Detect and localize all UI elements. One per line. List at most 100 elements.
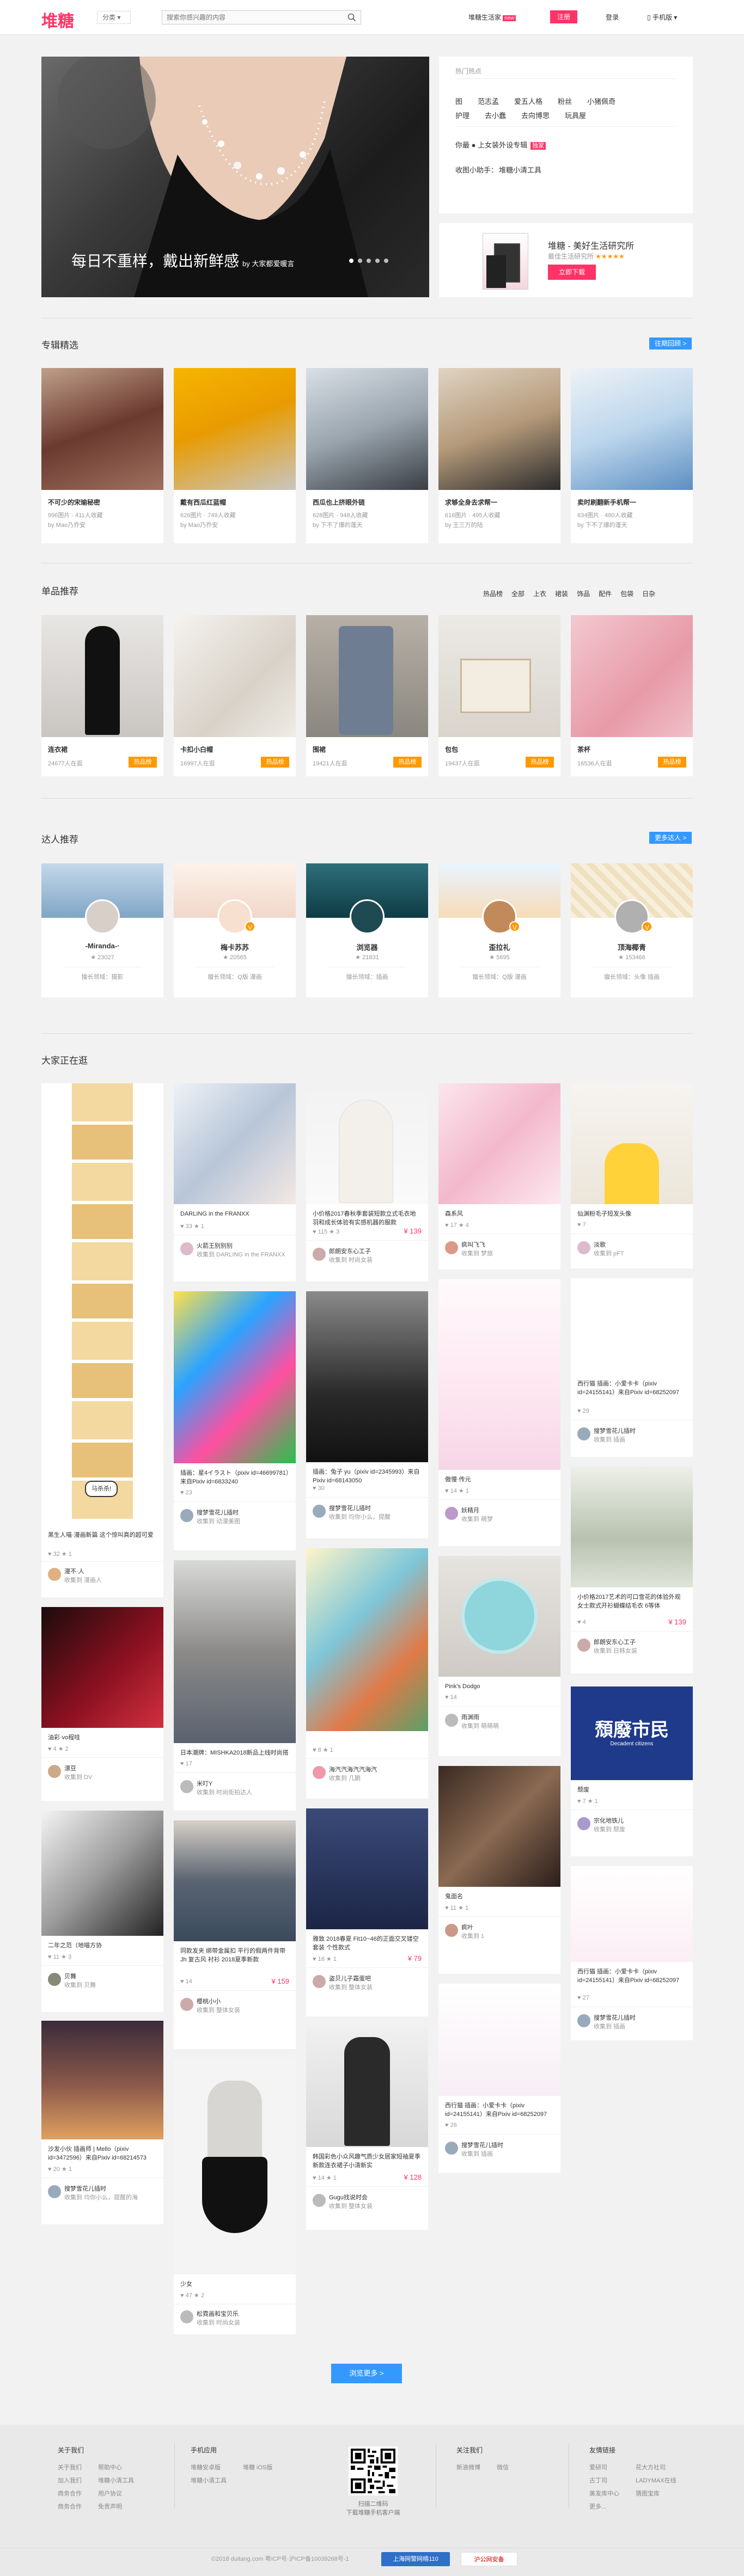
talent-more-button[interactable]: 更多达人 > [649,832,692,844]
search-input[interactable] [162,11,342,24]
feed-card[interactable]: 沙发小伙 插画师 | Mello（pixiv id=3472596）来自Pixi… [41,2021,163,2224]
footer-link[interactable]: 堆糖小清工具 [98,2474,134,2487]
hot-tag[interactable]: 粉丝 [558,97,572,106]
feed-card[interactable]: 森系风 ♥ 17 ★ 4 疯叫飞飞 收集到 梦旅 [438,1083,560,1269]
feed-card[interactable]: 西行猫 插画：小爱卡卡（pixiv id=24155141）来自Pixiv id… [438,1984,560,2173]
album-card[interactable]: 西瓜也上挤眼外链 628图片 · 948人收藏 by 下不了爆的蓬天 [306,368,428,543]
feed-user[interactable]: 海汽汽海汽汽海汽 [329,1765,377,1774]
goods-card[interactable]: 茶杯 16536人在逛 热品榜 [571,615,693,776]
album-card[interactable]: 戴有西瓜红蓝帽 626图片 · 749人收藏 by Mao乃乔安 [174,368,296,543]
user-avatar[interactable] [48,1568,61,1581]
goods-card[interactable]: 连衣裙 24677人在逛 热品榜 [41,615,163,776]
lifehome-link[interactable]: 堆糖生活家 new [468,13,516,22]
feed-card[interactable]: 同款发夹 绑带金属扣 平行的假两件背带 Jh 复古风 衬衫 2018夏季新款 ♥… [174,1820,296,2049]
filter-tab[interactable]: 热品榜 [483,590,503,598]
feed-user[interactable]: 米叮Y [197,1779,212,1788]
category-dropdown[interactable]: 分类 ▾ [97,11,131,24]
feed-card[interactable]: Pink's Dodgo ♥ 14 雨渊雨 收集到 萌萌萌 [438,1556,560,1756]
hot-tag[interactable]: 玩具屋 [565,112,586,120]
feed-card[interactable]: 小价格2017艺术的可口雪花的体验外观女士款式开衫蝴蝶结毛衣 6等体 ♥ 4 ¥… [571,1467,693,1673]
talent-card[interactable]: -Miranda-· ★ 23027 擅长领域：摄影 [41,863,163,997]
hot-tag[interactable]: 护理 [455,112,469,120]
feed-user[interactable]: 搜梦雪花儿插时 [329,1504,371,1512]
hot-list-tag[interactable]: 热品榜 [261,757,289,768]
feed-user[interactable]: Gugu找说时会 [329,2193,368,2201]
hot-tag[interactable]: 范志孟 [478,97,499,106]
hero-banner[interactable]: 每日不重样，戴出新鲜感 by 大家都爱暖言 [41,57,429,297]
filter-tab[interactable]: 裙装 [555,590,568,598]
hot-list-tag[interactable]: 热品榜 [526,757,554,768]
load-more-button[interactable]: 浏览更多 > [331,2364,402,2383]
goods-card[interactable]: 围裙 19421人在逛 热品榜 [306,615,428,776]
hot-list-tag[interactable]: 热品榜 [129,757,157,768]
register-button[interactable]: 注册 [550,10,577,23]
hot-promo[interactable]: 你最 ● 上女装外设专辑 独家 [455,139,561,150]
footer-link[interactable]: 爱研司 [589,2461,619,2474]
weibo-link[interactable]: 新浪微博 [456,2461,480,2474]
feed-card[interactable]: 鬼面名 ♥ 11 ★ 1 疯叶 收集到 1 [438,1766,560,1974]
feed-user[interactable]: 松霓画和宝贝乐 [197,2309,239,2318]
album-card[interactable]: 求够全身去求帮一 618图片 · 495人收藏 by 王三万的陆 [438,368,560,543]
feed-card[interactable]: 少女 ♥ 47 ★ 2 松霓画和宝贝乐 收集到 时尚女装 [174,2059,296,2334]
mobile-link[interactable]: ▯ 手机版 ▾ [647,13,677,22]
filter-tab[interactable]: 包袋 [620,590,633,598]
talent-name[interactable]: 顶海椰青 [571,942,693,952]
talent-card[interactable]: V 顶海椰青 ★ 153466 擅长领域：头像 插画 [571,863,693,997]
filter-tab[interactable]: 上衣 [533,590,546,598]
filter-tab[interactable]: 饰品 [577,590,590,598]
talent-card[interactable]: 浏览器 ★ 21831 擅长领域：插画 [306,863,428,997]
feed-card[interactable]: 二年之范（地喵方协 ♥ 11 ★ 3 贝舞 收集到 贝舞 [41,1811,163,2012]
feed-card[interactable]: 插画：星4イラスト（pixiv id=46699781）来自Pixiv id=6… [174,1291,296,1550]
feed-user[interactable]: 搜梦雪花儿插时 [594,2013,636,2022]
talent-card[interactable]: V 歪拉礼 ★ 5695 擅长领域：Q版 漫画 [438,863,560,997]
footer-link[interactable]: 花大方社司 [636,2461,676,2474]
feed-card[interactable]: 雅致 2018春夏 Fit10~46的正面交叉镂空套装 个性款式 ♥ 16 ★ … [306,1808,428,2016]
login-link[interactable]: 登录 [606,13,619,22]
hot-tag[interactable]: 去小蠢 [485,112,506,120]
feed-user[interactable]: 搜梦雪花儿插时 [197,1508,239,1517]
feed-card[interactable]: 日本潮牌：MISHKA2018新品上线时尚搭 ♥ 17 米叮Y 收集到 时尚街拍… [174,1560,296,1811]
security-badge[interactable]: 沪公网安备 [461,2552,517,2566]
feed-user[interactable]: 淡歌 [594,1240,606,1249]
feed-card[interactable]: ♥ 8 ★ 1 海汽汽海汽汽海汽 收集到 几鹏 [306,1548,428,1799]
hot-tag[interactable]: 去向博思 [521,112,550,120]
feed-user[interactable]: 疯叫飞飞 [461,1240,485,1249]
feed-user[interactable]: 搜梦雪花儿插时 [594,1426,636,1435]
feed-user[interactable]: 妖精月 [461,1506,479,1514]
filter-tab[interactable]: 日杂 [642,590,655,598]
hot-tag[interactable]: 小猪佩奇 [587,97,615,106]
talent-avatar[interactable] [350,899,385,934]
banner-pagination[interactable] [345,257,388,265]
feed-user[interactable]: 疯叶 [461,1923,473,1931]
footer-link[interactable]: 加入我们 [58,2474,82,2487]
feed-card[interactable]: 西行猫 插画：小爱卡卡（pixiv id=24155141）来自Pixiv id… [571,1278,693,1457]
filter-tab[interactable]: 全部 [511,590,525,598]
feed-card[interactable]: 韩国彩色小众风趣气质少女居家短袖夏季新款连衣裙子小清新实 ♥ 14 ★ 1 ¥ … [306,2026,428,2230]
site-logo[interactable]: 堆糖 [41,8,74,32]
goods-card[interactable]: 包包 19437人在逛 热品榜 [438,615,560,776]
talent-name[interactable]: 浏览器 [306,942,428,952]
feed-card[interactable]: 傲慢·传元 ♥ 14 ★ 1 妖精月 收集到 萌梦 [438,1279,560,1546]
filter-tab[interactable]: 配件 [599,590,612,598]
footer-link[interactable]: 堆糖小清工具 [191,2474,227,2487]
feed-card[interactable]: 頹廢市民 Decadent citizens 颓废 ♥ 7 ★ 1 宗化地铁儿 … [571,1686,693,1856]
footer-link[interactable]: 美发库中心 [589,2487,619,2500]
feed-user[interactable]: 雨渊雨 [461,1713,479,1721]
feed-card[interactable]: 西行猫 插画：小爱卡卡（pixiv id=24155141）来自Pixiv id… [571,1866,693,2040]
feed-user[interactable]: 盗贝儿子霜蛋吧 [329,1974,371,1983]
hot-tag[interactable]: 图 [455,97,462,106]
feed-card[interactable]: 马杀杀! 黑生人喵·漫画新篇 这个惊叫真的超可爱 ♥ 32 ★ 1 漫不·人 收… [41,1083,163,1597]
download-button[interactable]: 立即下载 [548,265,596,280]
hot-list-tag[interactable]: 热品榜 [658,757,686,768]
talent-name[interactable]: 歪拉礼 [438,942,560,952]
footer-link[interactable]: 更多... [589,2500,619,2513]
wechat-link[interactable]: 微信 [497,2461,509,2474]
feed-user[interactable]: 漂豆 [64,1764,76,1772]
footer-link[interactable]: 商务合作 [58,2500,82,2513]
footer-link[interactable]: 用户协议 [98,2487,134,2500]
footer-link[interactable]: 堆糖安卓版 [191,2461,227,2474]
search-icon[interactable] [347,13,356,23]
feed-card[interactable]: DARLING in the FRANXX ♥ 33 ★ 1 火箭王别别别 收集… [174,1083,296,1281]
feed-card[interactable]: 插画：兔子 yu（pixiv id=2345993）来自Pixiv id=681… [306,1291,428,1538]
goods-card[interactable]: 卡扣小白帽 16997人在逛 热品榜 [174,615,296,776]
